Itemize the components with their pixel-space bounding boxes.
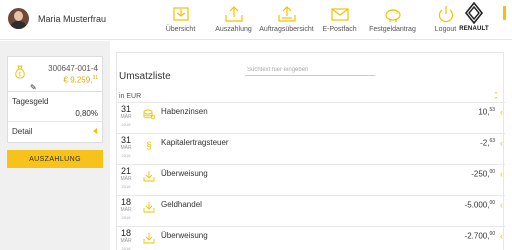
- renault-logo-icon: [464, 2, 484, 24]
- transactions-panel: Umsatzliste in EUR ⌃⌃ 31 MÄR 2016 Habenz…: [116, 52, 505, 250]
- nav-uebersicht[interactable]: Übersicht: [154, 0, 207, 40]
- orders-icon: [277, 6, 296, 22]
- date: 18 MÄR 2016: [120, 228, 132, 250]
- nav-label: Übersicht: [165, 26, 196, 33]
- date: 21 MÄR 2016: [120, 166, 132, 189]
- edit-icon[interactable]: ✎: [30, 83, 37, 92]
- money-bag-icon: €: [15, 65, 25, 79]
- transfer-icon: [143, 233, 155, 244]
- table-row[interactable]: 31 MÄR 2016 Habenzinsen 10,53 ‹: [117, 102, 505, 133]
- date: 31 MÄR 2016: [120, 104, 132, 127]
- chevron-left-icon[interactable]: ‹: [500, 231, 503, 241]
- table-row[interactable]: 21 MÄR 2016 Überweisung -250,00 ‹: [117, 164, 505, 195]
- transfer-icon: [143, 202, 155, 213]
- date: 31 MÄR 2016: [120, 135, 132, 158]
- brand-logo[interactable]: RENAULT: [451, 2, 497, 38]
- paragraph-icon: §: [146, 141, 152, 151]
- transaction-amount: -250,00: [471, 169, 495, 179]
- table-row[interactable]: 18 MÄR 2016 Geldhandel -5.000,00 ‹: [117, 195, 505, 226]
- payout-icon: [224, 6, 243, 22]
- nav-label: Auszahlung: [215, 26, 252, 33]
- date: 18 MÄR 2016: [120, 197, 132, 220]
- page-title: Umsatzliste: [119, 71, 171, 82]
- nav-label: Festgeldantrag: [369, 26, 416, 33]
- top-header: Maria Musterfrau Übersicht Auszahlung Au…: [0, 0, 512, 40]
- chevron-left-icon[interactable]: ‹: [500, 200, 503, 210]
- account-balance: € 9.259,31: [63, 75, 98, 85]
- user-name: Maria Musterfrau: [38, 13, 107, 24]
- auszahlung-button[interactable]: AUSZAHLUNG: [7, 150, 103, 168]
- chevron-left-icon[interactable]: ‹: [500, 169, 503, 179]
- nav-auftragsuebersicht[interactable]: Auftragsübersicht: [259, 0, 314, 40]
- transaction-amount: -5.000,00: [464, 200, 495, 210]
- table-row[interactable]: 18 MÄR 2016 Überweisung -2.700,00 ‹: [117, 226, 505, 250]
- chevron-left-icon[interactable]: ‹: [500, 138, 503, 148]
- main-nav: Übersicht Auszahlung Auftragsübersicht E…: [154, 0, 472, 40]
- detail-link[interactable]: Detail: [8, 122, 102, 142]
- table-row[interactable]: 31 MÄR 2016 § Kapitalertragsteuer -2,63 …: [117, 133, 505, 164]
- transfer-icon: [143, 171, 155, 182]
- nav-auszahlung[interactable]: Auszahlung: [207, 0, 260, 40]
- brand-name: RENAULT: [459, 26, 489, 32]
- transaction-list: 31 MÄR 2016 Habenzinsen 10,53 ‹ 31 MÄR 2…: [117, 102, 505, 250]
- search-input[interactable]: [245, 65, 375, 76]
- piggy-bank-icon: [384, 9, 401, 22]
- avatar: [8, 8, 29, 29]
- mail-icon: [330, 8, 349, 21]
- scrollbar[interactable]: [503, 6, 506, 20]
- interest-rate: 0,80%: [75, 109, 98, 118]
- transaction-name: Überweisung: [161, 231, 208, 240]
- svg-text:§: §: [146, 141, 152, 151]
- transaction-name: Kapitalertragsteuer: [161, 138, 229, 147]
- currency-label: in EUR: [119, 93, 142, 100]
- coins-icon: [143, 109, 155, 120]
- transaction-amount: -2.700,00: [464, 231, 495, 241]
- detail-label: Detail: [12, 127, 33, 136]
- account-card[interactable]: € ✎ 300647-001-4 € 9.259,31: [7, 56, 103, 92]
- nav-label: Auftragsübersicht: [259, 26, 314, 33]
- caret-left-icon: [93, 128, 97, 134]
- nav-festgeldantrag[interactable]: Festgeldantrag: [366, 0, 419, 40]
- overview-icon: [172, 7, 189, 21]
- transaction-amount: -2,63: [480, 138, 495, 148]
- svg-text:€: €: [19, 72, 22, 78]
- tagesgeld-row: Tagesgeld 0,80%: [8, 92, 102, 122]
- nav-e-postfach[interactable]: E-Postfach: [313, 0, 366, 40]
- transaction-name: Habenzinsen: [161, 107, 208, 116]
- transaction-amount: 10,53: [478, 107, 495, 117]
- account-details: Tagesgeld 0,80% Detail: [7, 92, 103, 143]
- user-info: Maria Musterfrau: [8, 8, 106, 29]
- nav-label: E-Postfach: [322, 26, 357, 33]
- transaction-name: Überweisung: [161, 169, 208, 178]
- transaction-name: Geldhandel: [161, 200, 202, 209]
- account-type-label: Tagesgeld: [12, 97, 49, 106]
- chevron-left-icon[interactable]: ‹: [500, 107, 503, 117]
- account-number: 300647-001-4: [48, 64, 98, 73]
